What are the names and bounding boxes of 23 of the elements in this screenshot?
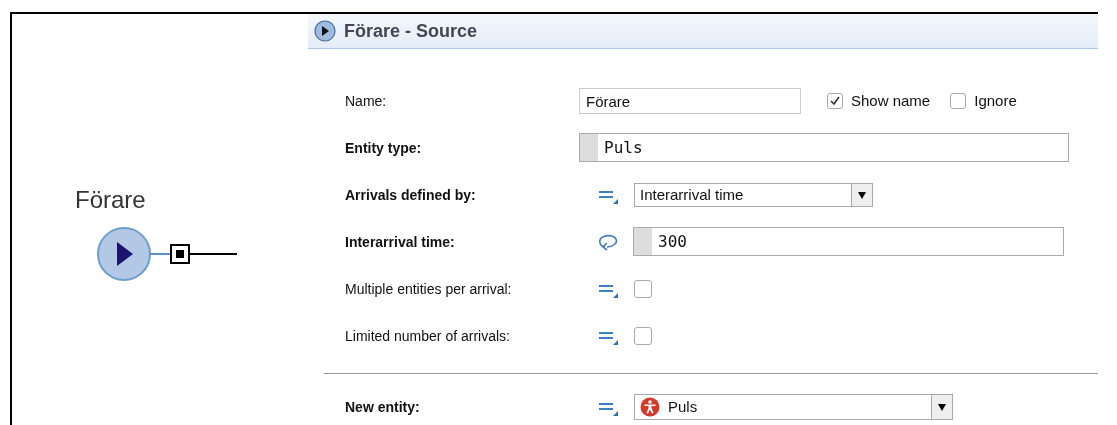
code-field[interactable]: 300 bbox=[633, 227, 1064, 256]
field-label: Interarrival time: bbox=[345, 233, 456, 250]
panel-title: Förare - Source bbox=[344, 20, 478, 42]
checkbox[interactable] bbox=[634, 326, 652, 345]
checkbox-option[interactable]: Ignore bbox=[950, 92, 1017, 109]
checkbox[interactable] bbox=[634, 279, 652, 298]
field-label: Name: bbox=[345, 92, 388, 109]
field-label: Limited number of arrivals: bbox=[345, 327, 511, 344]
dropdown[interactable]: Interarrival time bbox=[634, 182, 873, 207]
dropdown[interactable]: Puls bbox=[634, 393, 953, 420]
checkbox-option[interactable]: Show name bbox=[827, 92, 931, 109]
code-field[interactable]: Puls bbox=[579, 133, 1069, 162]
field-label: Arrivals defined by: bbox=[345, 186, 477, 203]
node-label: Förare bbox=[75, 186, 146, 214]
field-label: Entity type: bbox=[345, 139, 423, 156]
name-field[interactable]: Förare bbox=[579, 87, 801, 114]
field-label: New entity: bbox=[345, 398, 421, 415]
caret-icon bbox=[857, 189, 867, 200]
checkmark-icon bbox=[829, 94, 841, 107]
caret-icon bbox=[937, 401, 947, 412]
field-label: Multiple entities per arrival: bbox=[345, 280, 513, 297]
play-icon bbox=[314, 20, 336, 42]
person-icon bbox=[640, 396, 660, 417]
